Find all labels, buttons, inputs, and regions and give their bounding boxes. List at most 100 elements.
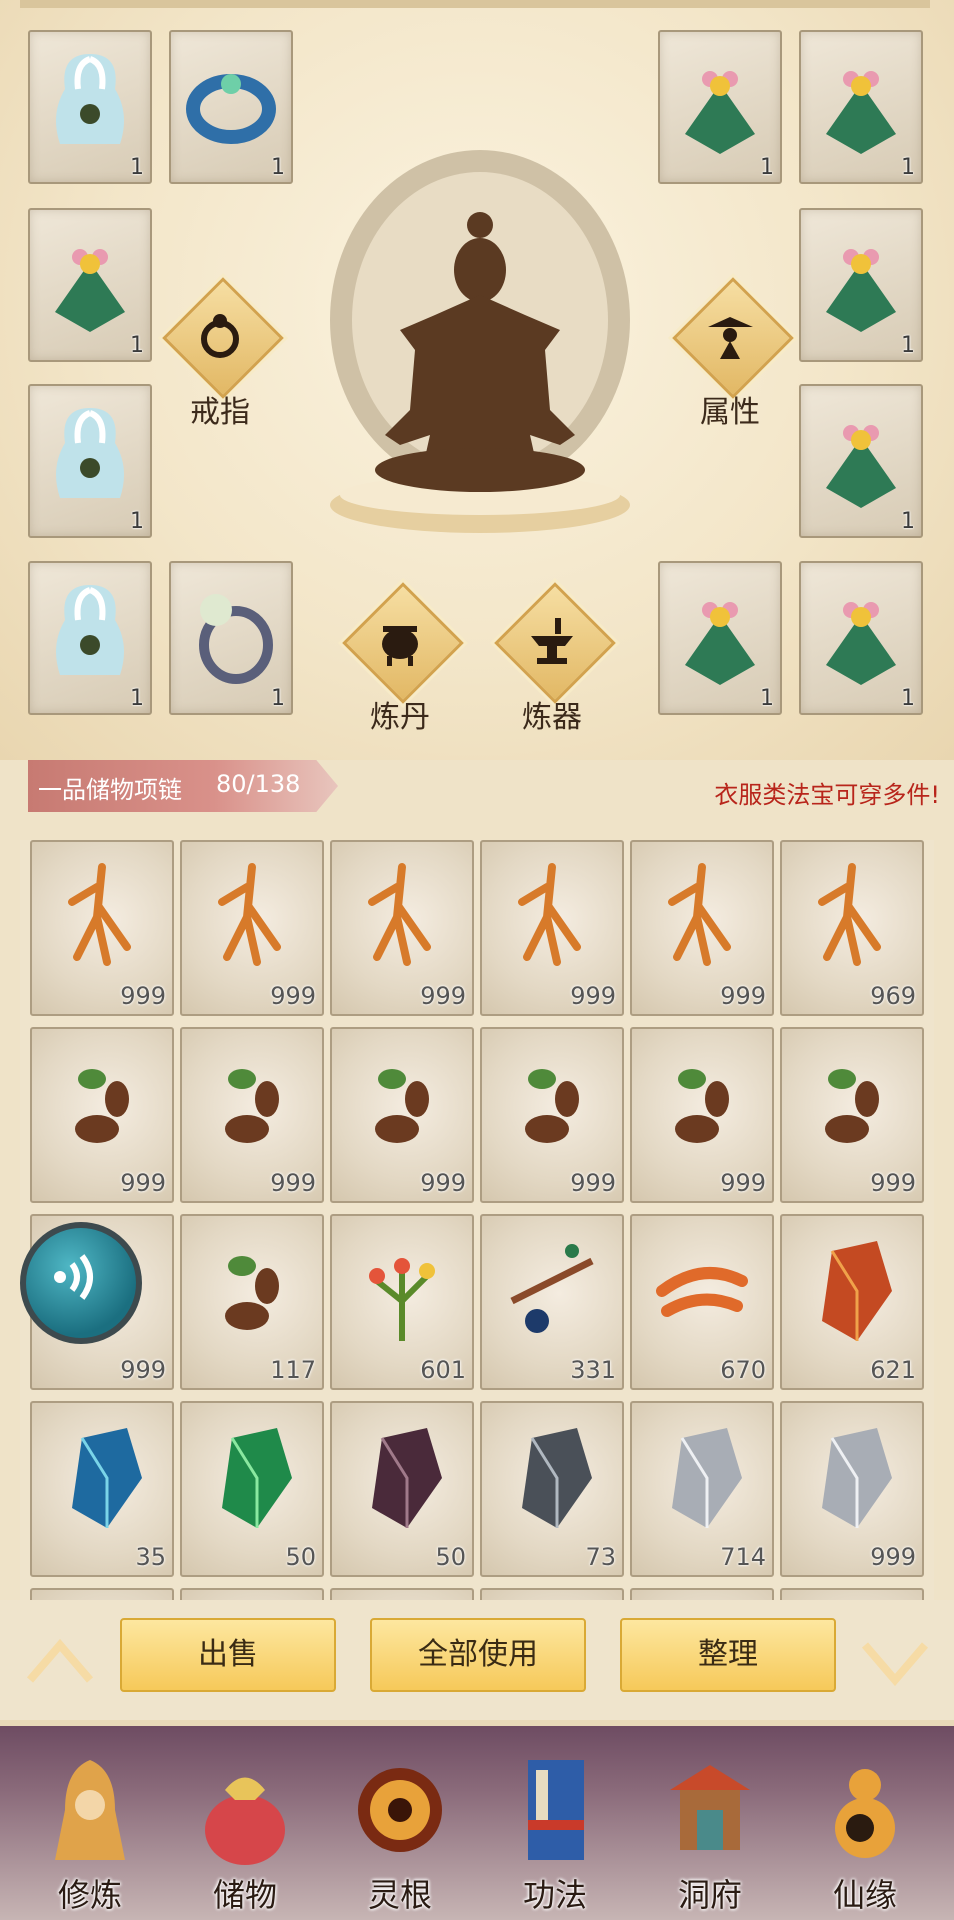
bottom-nav: 修炼 储物 灵根 功法 洞府 仙缘 — [0, 1720, 954, 1920]
inventory-item[interactable]: 999 — [780, 1401, 924, 1577]
item-quantity: 999 — [870, 1543, 916, 1571]
nav-storage[interactable]: 储物 — [175, 1750, 315, 1915]
bag-title-ribbon: 一品储物项链 80/138 — [28, 760, 338, 812]
equip-slot[interactable]: 1 — [28, 561, 152, 715]
inventory-item[interactable]: 999 — [330, 840, 474, 1016]
use-all-button[interactable]: 全部使用 — [370, 1618, 586, 1692]
inventory-item-partial[interactable] — [330, 1588, 474, 1600]
ring-button[interactable]: 戒指 — [145, 277, 295, 445]
item-quantity: 601 — [420, 1356, 466, 1384]
inventory-item[interactable]: 714 — [630, 1401, 774, 1577]
equip-slot[interactable]: 1 — [28, 384, 152, 538]
attributes-button[interactable]: 属性 — [655, 277, 805, 445]
nav-technique[interactable]: 功法 — [485, 1750, 625, 1915]
equip-slot[interactable]: 1 — [658, 30, 782, 184]
nav-fate[interactable]: 仙缘 — [795, 1750, 935, 1915]
item-quantity: 35 — [135, 1543, 166, 1571]
equipment-panel: 1 1 1 1 1 1 1 1 1 1 1 1 戒指 属性 炼丹 炼器 一品储物… — [0, 0, 954, 812]
inventory-item[interactable]: 999 — [780, 1027, 924, 1203]
equip-slot[interactable]: 1 — [28, 208, 152, 362]
inventory-grid[interactable]: 999 999 999 999 999 969 999 999 999 999 999 999 999 1… — [20, 840, 934, 1600]
inventory-item[interactable]: 35 — [30, 1401, 174, 1577]
item-quantity: 117 — [270, 1356, 316, 1384]
inventory-item[interactable]: 117 — [180, 1214, 324, 1390]
inventory-item[interactable]: 73 — [480, 1401, 624, 1577]
inventory-item[interactable]: 999 — [480, 1027, 624, 1203]
item-quantity: 999 — [420, 1169, 466, 1197]
item-quantity: 999 — [270, 982, 316, 1010]
book-icon — [528, 1760, 584, 1860]
inventory-item[interactable]: 999 — [180, 1027, 324, 1203]
item-quantity: 670 — [720, 1356, 766, 1384]
inventory-item[interactable]: 50 — [180, 1401, 324, 1577]
figure-icon — [708, 317, 753, 359]
inventory-item-partial[interactable] — [630, 1588, 774, 1600]
item-quantity: 714 — [720, 1543, 766, 1571]
inventory-item[interactable]: 621 — [780, 1214, 924, 1390]
inventory-item-partial[interactable] — [480, 1588, 624, 1600]
item-quantity: 999 — [270, 1169, 316, 1197]
equip-slot-ring[interactable]: 1 — [169, 561, 293, 715]
item-quantity: 999 — [870, 1169, 916, 1197]
refining-button[interactable]: 炼器 — [477, 582, 627, 750]
equip-slot[interactable]: 1 — [799, 30, 923, 184]
inventory-item[interactable]: 331 — [480, 1214, 624, 1390]
inventory-item[interactable]: 670 — [630, 1214, 774, 1390]
cultivator-icon — [55, 1760, 125, 1860]
inventory-item[interactable]: 999 — [30, 840, 174, 1016]
spirit-orb-icon — [358, 1768, 442, 1852]
inventory-item[interactable]: 969 — [780, 840, 924, 1016]
equip-slot[interactable]: 1 — [658, 561, 782, 715]
inventory-item[interactable]: 999 — [630, 1027, 774, 1203]
inventory-item-partial[interactable] — [780, 1588, 924, 1600]
item-quantity: 331 — [570, 1356, 616, 1384]
inventory-item[interactable]: 999 — [330, 1027, 474, 1203]
item-quantity: 73 — [585, 1543, 616, 1571]
inventory-item-partial[interactable] — [180, 1588, 324, 1600]
equip-slot[interactable]: 1 — [799, 208, 923, 362]
sound-icon — [54, 1254, 93, 1300]
gourd-icon — [835, 1769, 895, 1858]
item-quantity: 50 — [435, 1543, 466, 1571]
equip-slot[interactable]: 1 — [28, 30, 152, 184]
item-quantity: 969 — [870, 982, 916, 1010]
item-quantity: 999 — [720, 1169, 766, 1197]
equip-slot-ring[interactable]: 1 — [169, 30, 293, 184]
equip-slot[interactable]: 1 — [799, 384, 923, 538]
hint-text: 衣服类法宝可穿多件! — [714, 781, 940, 809]
nav-cultivate[interactable]: 修炼 — [20, 1750, 160, 1915]
item-quantity: 999 — [120, 1356, 166, 1384]
item-quantity: 999 — [420, 982, 466, 1010]
inventory-item[interactable]: 999 — [180, 840, 324, 1016]
anvil-icon — [531, 618, 573, 664]
item-quantity: 50 — [285, 1543, 316, 1571]
bag-icon — [205, 1777, 285, 1865]
inventory-item-partial[interactable] — [30, 1588, 174, 1600]
chevron-down-icon[interactable] — [860, 1625, 930, 1695]
bag-capacity: 80/138 — [216, 770, 301, 798]
sort-button[interactable]: 整理 — [620, 1618, 836, 1692]
voice-float-button[interactable] — [20, 1222, 142, 1344]
inventory-item[interactable]: 50 — [330, 1401, 474, 1577]
meditation-figure — [330, 150, 630, 550]
inventory-item[interactable]: 999 — [480, 840, 624, 1016]
item-quantity: 999 — [570, 982, 616, 1010]
bag-name: 一品储物项链 — [38, 776, 182, 804]
alchemy-button[interactable]: 炼丹 — [325, 582, 475, 750]
inventory-item[interactable]: 601 — [330, 1214, 474, 1390]
inventory-item[interactable]: 999 — [630, 840, 774, 1016]
cauldron-icon — [382, 626, 418, 666]
action-bar: 出售 全部使用 整理 — [0, 1600, 954, 1720]
chevron-up-icon[interactable] — [25, 1625, 95, 1695]
equip-slot[interactable]: 1 — [799, 561, 923, 715]
item-quantity: 621 — [870, 1356, 916, 1384]
nav-spirit-root[interactable]: 灵根 — [330, 1750, 470, 1915]
inventory-item[interactable]: 999 — [30, 1027, 174, 1203]
nav-cave[interactable]: 洞府 — [640, 1750, 780, 1915]
item-quantity: 999 — [570, 1169, 616, 1197]
item-quantity: 999 — [120, 1169, 166, 1197]
sell-button[interactable]: 出售 — [120, 1618, 336, 1692]
item-quantity: 999 — [120, 982, 166, 1010]
pavilion-icon — [670, 1765, 750, 1850]
ring-icon — [201, 314, 239, 358]
